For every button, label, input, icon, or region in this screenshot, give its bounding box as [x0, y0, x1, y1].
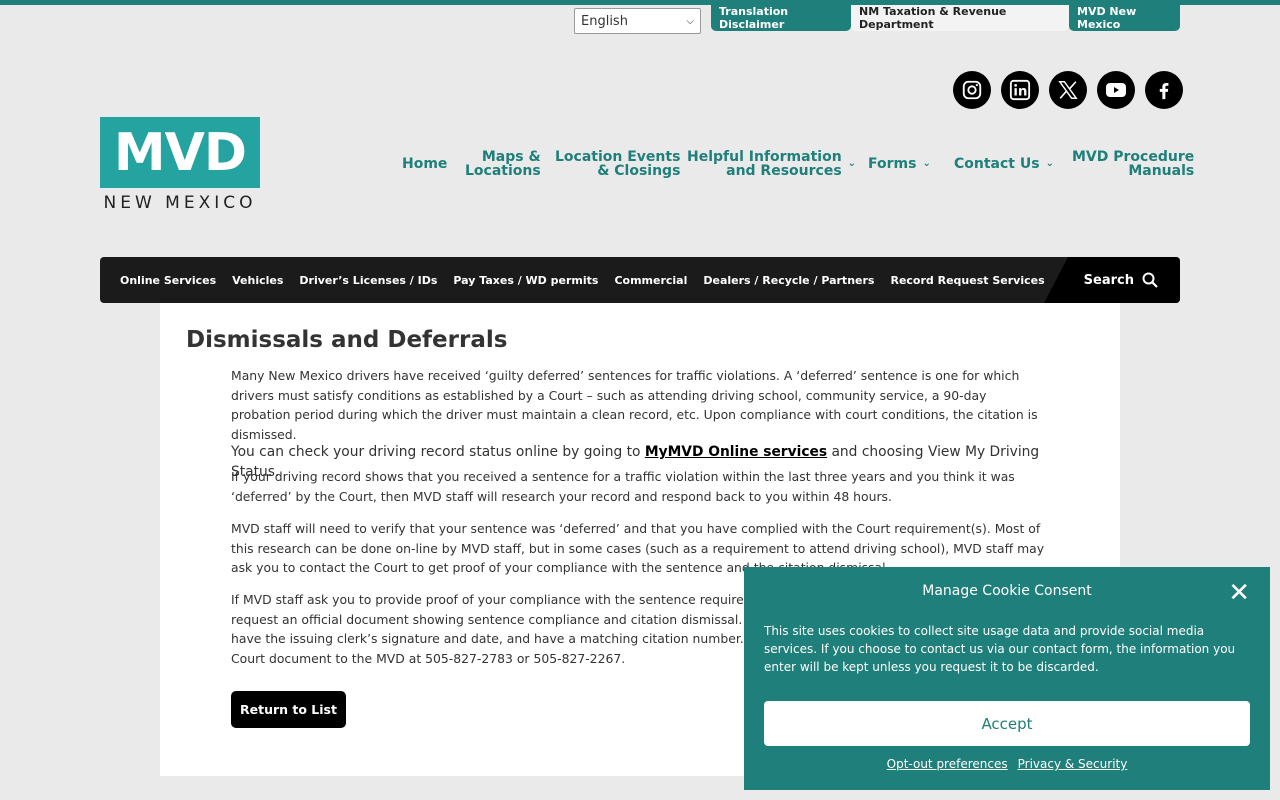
nav-manuals-line2: Manuals — [1128, 163, 1195, 179]
search-label: Search — [1083, 272, 1134, 288]
mymvd-online-link[interactable]: MyMVD Online services — [645, 444, 827, 460]
cookie-title: Manage Cookie Consent — [922, 583, 1092, 599]
cookie-text: This site uses cookies to collect site u… — [764, 624, 1236, 674]
close-icon[interactable]: ✕ — [1228, 580, 1250, 606]
nav-events-line1: Location Events — [555, 149, 681, 165]
x-icon[interactable] — [1049, 71, 1087, 109]
facebook-icon[interactable] — [1145, 71, 1183, 109]
nav-home-label: Home — [402, 156, 448, 172]
menu-commercial[interactable]: Commercial — [614, 274, 687, 287]
nav-helpful-line1: Helpful Information — [687, 149, 842, 165]
logo-subtitle: NEW MEXICO — [103, 193, 257, 213]
nav-contact-label: Contact Us — [954, 156, 1040, 172]
instagram-icon[interactable] — [953, 71, 991, 109]
language-select[interactable]: English ⌵ — [574, 8, 701, 34]
secondary-menu-bar: Online Services Vehicles Driver’s Licens… — [100, 257, 1180, 303]
nav-maps-line2: Locations — [465, 163, 541, 179]
nav-contact-us[interactable]: Contact Us ⌄ — [954, 157, 1054, 171]
nav-helpful-info[interactable]: Helpful Information and Resources ⌄ — [687, 150, 856, 178]
nav-forms-label: Forms — [868, 156, 917, 172]
menu-vehicles[interactable]: Vehicles — [232, 274, 283, 287]
youtube-icon[interactable] — [1097, 71, 1135, 109]
language-select-value: English — [581, 13, 628, 29]
nav-helpful-line2: and Resources — [726, 163, 842, 179]
menu-dealers[interactable]: Dealers / Recycle / Partners — [703, 274, 874, 287]
paragraph-1: Many New Mexico drivers have received ‘g… — [231, 368, 1038, 442]
nav-maps-locations[interactable]: Maps & Locations — [465, 150, 541, 178]
search-button[interactable]: Search — [1044, 257, 1180, 303]
page-title: Dismissals and Deferrals — [186, 327, 508, 353]
paragraph-3: If your driving record shows that you re… — [231, 469, 1015, 504]
menu-online-services[interactable]: Online Services — [120, 274, 216, 287]
return-to-list-button[interactable]: Return to List — [231, 691, 346, 728]
social-links — [953, 71, 1183, 109]
paragraph-2-before: You can check your driving record status… — [231, 444, 645, 460]
nav-procedure-manuals[interactable]: MVD Procedure Manuals — [1072, 150, 1194, 178]
mvd-logo[interactable]: MVD — [100, 117, 260, 188]
search-icon — [1142, 272, 1158, 288]
nav-events-line2: & Closings — [597, 163, 681, 179]
chevron-down-icon: ⌄ — [1045, 158, 1054, 169]
nav-forms[interactable]: Forms ⌄ — [868, 157, 931, 171]
chevron-down-icon: ⌵ — [686, 15, 694, 27]
chevron-down-icon: ⌄ — [847, 158, 857, 169]
menu-drivers-licenses[interactable]: Driver’s Licenses / IDs — [299, 274, 437, 287]
nav-maps-line1: Maps & — [481, 149, 541, 165]
opt-out-preferences-link[interactable]: Opt-out preferences — [887, 757, 1008, 771]
menu-record-request[interactable]: Record Request Services — [890, 274, 1044, 287]
nav-home[interactable]: Home — [402, 157, 447, 171]
cookie-links: Opt-out preferences Privacy & Security — [744, 757, 1270, 771]
chevron-down-icon: ⌄ — [922, 158, 931, 169]
nm-taxation-link[interactable]: NM Taxation & Revenue Department — [851, 5, 1069, 31]
linkedin-icon[interactable] — [1001, 71, 1039, 109]
translation-disclaimer-link[interactable]: Translation Disclaimer — [711, 5, 851, 31]
privacy-security-link[interactable]: Privacy & Security — [1018, 757, 1128, 771]
accept-button[interactable]: Accept — [764, 701, 1250, 746]
mvd-new-mexico-link[interactable]: MVD New Mexico — [1069, 5, 1180, 31]
nav-manuals-line1: MVD Procedure — [1072, 149, 1195, 165]
menu-pay-taxes[interactable]: Pay Taxes / WD permits — [453, 274, 598, 287]
nav-location-events[interactable]: Location Events & Closings — [555, 150, 680, 178]
cookie-consent-banner: Manage Cookie Consent ✕ This site uses c… — [744, 567, 1270, 790]
